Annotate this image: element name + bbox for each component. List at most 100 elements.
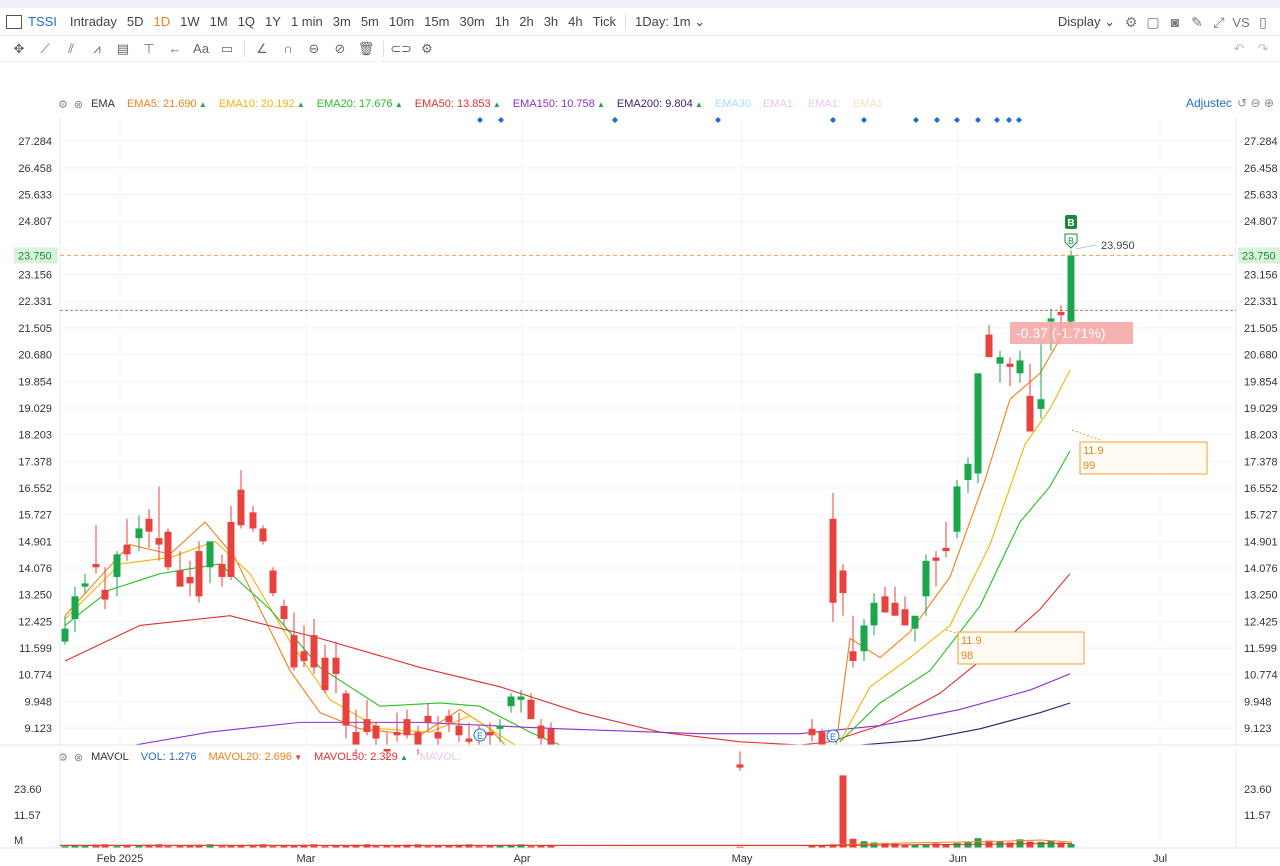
timeframe-1w[interactable]: 1W (175, 14, 205, 29)
volume-tick-label-left: 11.57 (14, 810, 41, 822)
hide-icon[interactable]: ⊘ (327, 38, 353, 60)
line-tool-icon[interactable]: ⟋ (32, 38, 58, 60)
volume-bar (527, 846, 535, 848)
settings-icon[interactable]: ⚙ (414, 38, 440, 60)
timeframe-tick[interactable]: Tick (588, 14, 621, 29)
close-icon[interactable]: ⊗ (74, 98, 83, 111)
link-icon[interactable]: ⊂⊃ (388, 38, 414, 60)
timeframe-1-min[interactable]: 1 min (286, 14, 328, 29)
candle-body (736, 764, 744, 768)
ema-hidden-item[interactable]: EMA1: (763, 98, 796, 110)
ema-legend-item[interactable]: EMA50: 13.853 ▲ (415, 98, 501, 110)
vol-legend-item[interactable]: MAVOL20: 2.696 ▼ (208, 751, 302, 763)
trash-icon[interactable]: 🗑 (353, 38, 379, 60)
plus-icon[interactable]: ⊕ (1264, 96, 1274, 110)
timeframe-3m[interactable]: 3m (328, 14, 356, 29)
timeframe-5d[interactable]: 5D (122, 14, 149, 29)
candle-body (424, 715, 432, 723)
measure-tool-icon[interactable]: ⊤ (136, 38, 162, 60)
pattern-tool-icon[interactable]: ⩘ (84, 38, 110, 60)
pen-icon[interactable]: ✎ (1186, 14, 1208, 31)
current-price-badge-right (1238, 247, 1280, 264)
candle-body (486, 732, 494, 736)
undo-icon[interactable]: ↶ (1226, 38, 1252, 60)
ema-legend-item[interactable]: EMA5: 21.690 ▲ (127, 98, 207, 110)
vol-legend-item[interactable]: VOL: 1.276 (141, 751, 197, 763)
ema-legend-item[interactable]: EMA200: 9.804 ▲ (617, 98, 703, 110)
vol-legend-item[interactable]: MAVOL50: 2.329 ▲ (314, 751, 408, 763)
candle-body (195, 551, 203, 597)
timeframe-1d[interactable]: 1D (149, 14, 176, 29)
chart-type-icon[interactable] (6, 14, 22, 29)
timeframe-10m[interactable]: 10m (384, 14, 419, 29)
timeframe-15m[interactable]: 15m (419, 14, 454, 29)
channel-tool-icon[interactable]: ⫽ (58, 38, 84, 60)
close-icon[interactable]: ⊗ (74, 751, 83, 764)
ema-legend-item[interactable]: EMA20: 17.676 ▲ (317, 98, 403, 110)
price-tick-label-left: 16.552 (18, 483, 52, 495)
volume-tick-label-right: 11.57 (1244, 810, 1271, 822)
timeframe-5m[interactable]: 5m (356, 14, 384, 29)
brush-tool-icon[interactable]: ∠ (249, 38, 275, 60)
redo-icon[interactable]: ↷ (1250, 38, 1276, 60)
candle-body (81, 583, 89, 587)
text-tool-icon[interactable]: Aa (188, 38, 214, 60)
candle-body (1006, 363, 1014, 367)
candle-body (227, 521, 235, 577)
ema-legend-item[interactable]: EMA150: 10.758 ▲ (513, 98, 605, 110)
candle-body (186, 576, 194, 584)
compare-button[interactable]: VS (1230, 15, 1252, 30)
minus-icon[interactable]: ⊖ (1251, 96, 1261, 110)
timeframe-1m[interactable]: 1M (205, 14, 233, 29)
candle-body (372, 725, 380, 739)
camera-icon[interactable]: ◙ (1164, 14, 1186, 30)
settings-icon[interactable]: ⚙ (1120, 14, 1142, 31)
timeframe-2h[interactable]: 2h (514, 14, 538, 29)
settings-icon[interactable]: ⚙ (58, 98, 68, 111)
layout-icon[interactable]: ▢ (1142, 14, 1164, 31)
mavol20-line (59, 839, 1073, 847)
lock-icon[interactable]: ⊖ (301, 38, 327, 60)
candle-body (218, 564, 226, 577)
magnet-icon[interactable]: ∩ (275, 38, 301, 60)
ema-legend-item[interactable]: EMA10: 20.192 ▲ (219, 98, 305, 110)
ema10-line (64, 540, 516, 746)
volume-bar (332, 845, 340, 848)
display-menu[interactable]: Display ⌄ (1053, 14, 1120, 30)
ema-hidden-item[interactable]: EMA1 (853, 98, 883, 110)
timeframe-1h[interactable]: 1h (490, 14, 514, 29)
price-chart[interactable]: 27.284 26.458 25.633 24.807 23.156 22.331 21.5… (0, 0, 1280, 866)
interval-select[interactable]: 1Day: 1m ⌄ (630, 14, 710, 30)
timeframe-30m[interactable]: 30m (454, 14, 489, 29)
change-badge (1010, 322, 1133, 344)
volume-bar (113, 846, 121, 848)
timeframe-intraday[interactable]: Intraday (65, 14, 122, 29)
panel-icon[interactable]: ▯ (1252, 14, 1274, 31)
high-leader (1075, 244, 1097, 250)
comment-tool-icon[interactable]: ▭ (214, 38, 240, 60)
candle-body (352, 732, 360, 745)
reset-icon[interactable]: ↺ (1237, 96, 1247, 110)
crosshair-icon[interactable]: ✥ (6, 38, 32, 60)
timeframe-1y[interactable]: 1Y (260, 14, 286, 29)
fib-tool-icon[interactable]: ▤ (110, 38, 136, 60)
volume-bar (383, 845, 391, 848)
arrow-tool-icon[interactable]: ← (162, 38, 188, 60)
mavol-hidden-label: MAVOL: (419, 751, 461, 763)
timeframe-1q[interactable]: 1Q (233, 14, 260, 29)
ema-hidden-item[interactable]: EMA1: (808, 98, 841, 110)
timeframe-4h[interactable]: 4h (563, 14, 587, 29)
adjusted-label[interactable]: Adjustec (1186, 96, 1232, 110)
volume-bar (403, 844, 411, 848)
price-tick-label-right: 19.854 (1244, 376, 1278, 388)
price-tick-label-right: 9.123 (1244, 723, 1272, 735)
settings-icon[interactable]: ⚙ (58, 751, 68, 764)
symbol-label[interactable]: TSSI (22, 14, 65, 29)
vol-legend-label: VOL: (140, 751, 169, 763)
volume-bar (881, 843, 889, 848)
fullscreen-icon[interactable]: ⤢ (1208, 14, 1230, 31)
timeframe-3h[interactable]: 3h (539, 14, 563, 29)
price-tick-label-right: 17.378 (1244, 456, 1278, 468)
ema-hidden-item[interactable]: EMA30 (715, 98, 751, 110)
candle-body (964, 463, 972, 480)
